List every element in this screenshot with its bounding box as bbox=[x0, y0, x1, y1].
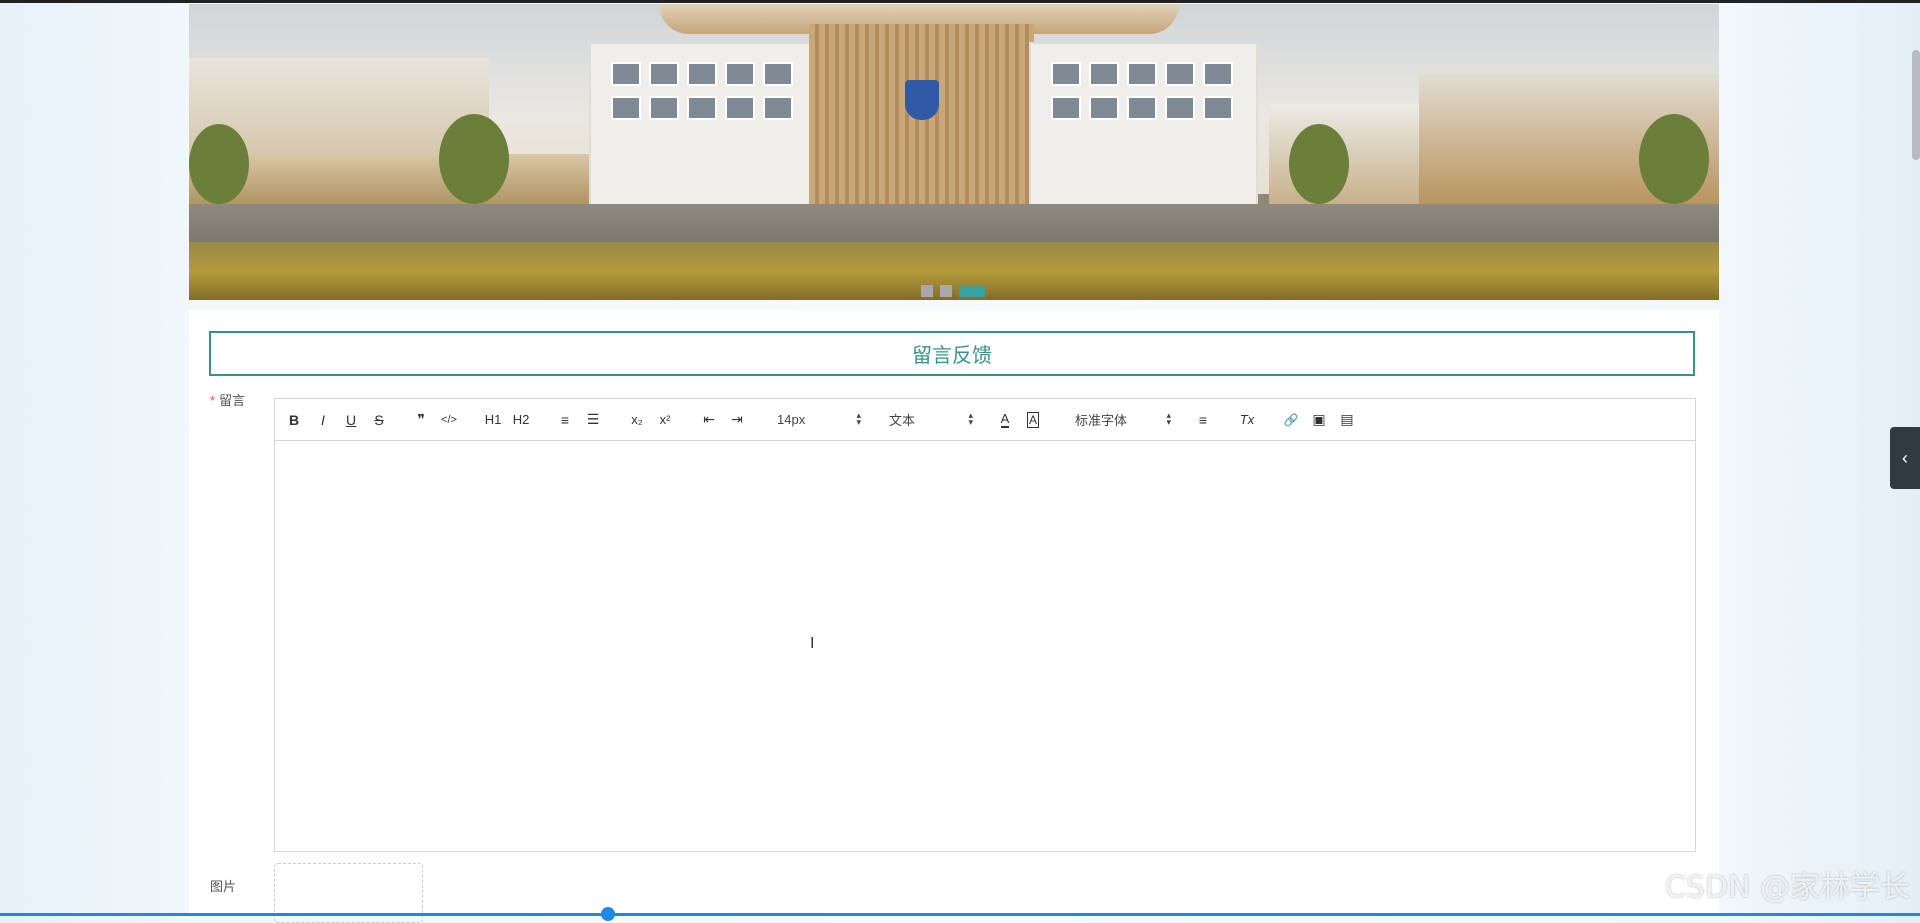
page-scrollbar[interactable] bbox=[1912, 50, 1920, 160]
align-left-icon: ≡ bbox=[1198, 411, 1208, 428]
bullet-list-icon: ☰ bbox=[586, 411, 600, 427]
strike-icon: S bbox=[374, 411, 384, 428]
editor-content-area[interactable]: I bbox=[275, 440, 1695, 851]
indent-button[interactable]: ⇥ bbox=[725, 399, 749, 440]
font-color-icon: A bbox=[1000, 411, 1010, 428]
align-button[interactable]: ≡ bbox=[1191, 399, 1215, 440]
banner-tree bbox=[1289, 124, 1349, 204]
superscript-button[interactable]: x² bbox=[653, 399, 677, 440]
strike-button[interactable]: S bbox=[367, 399, 391, 440]
banner-building-center-right bbox=[1029, 42, 1258, 216]
superscript-icon: x² bbox=[659, 412, 671, 427]
code-icon: </> bbox=[441, 413, 457, 426]
text-cursor-icon: I bbox=[810, 635, 815, 652]
clear-format-icon: Tx bbox=[1239, 412, 1255, 427]
banner-carousel[interactable] bbox=[189, 4, 1719, 300]
carousel-indicators bbox=[921, 285, 985, 297]
font-size-select[interactable]: 14px ▴ ▾ bbox=[777, 399, 861, 440]
clean-format-button[interactable]: Tx bbox=[1235, 399, 1259, 440]
bullet-list-button[interactable]: ☰ bbox=[581, 399, 605, 440]
bold-button[interactable]: B bbox=[282, 399, 306, 440]
subscript-icon: x₂ bbox=[631, 412, 643, 427]
font-color-button[interactable]: A bbox=[993, 399, 1017, 440]
block-type-select[interactable]: 文本 ▴ ▾ bbox=[889, 399, 973, 440]
carousel-dot-3[interactable] bbox=[959, 285, 985, 297]
image-button[interactable]: ▣ bbox=[1307, 399, 1331, 440]
quote-icon: ❞ bbox=[417, 411, 425, 427]
select-arrows-icon: ▴ ▾ bbox=[1166, 410, 1171, 427]
code-block-button[interactable]: </> bbox=[437, 399, 461, 440]
ordered-list-icon: ≡ bbox=[560, 411, 570, 428]
rich-text-editor: B I U S ❞ </> H1 H2 ≡ ☰ x₂ x² ⇤ ⇥ 14px ▴… bbox=[274, 398, 1696, 852]
top-border bbox=[0, 0, 1920, 3]
subscript-button[interactable]: x₂ bbox=[625, 399, 649, 440]
image-label: 图片 bbox=[210, 879, 237, 894]
h1-icon: H1 bbox=[484, 412, 502, 427]
outdent-icon: ⇤ bbox=[703, 411, 715, 427]
font-size-value: 14px bbox=[777, 412, 806, 427]
editor-toolbar: B I U S ❞ </> H1 H2 ≡ ☰ x₂ x² ⇤ ⇥ 14px ▴… bbox=[275, 399, 1695, 441]
banner-tree bbox=[1639, 114, 1709, 204]
feedback-form-card: 留言反馈 * 留言 B I U S ❞ </> H1 H2 ≡ ☰ x₂ x² ⇤… bbox=[189, 310, 1719, 923]
block-type-value: 文本 bbox=[889, 413, 916, 428]
font-family-value: 标准字体 bbox=[1075, 413, 1128, 428]
h2-icon: H2 bbox=[512, 412, 530, 427]
banner-road bbox=[189, 204, 1719, 244]
ordered-list-button[interactable]: ≡ bbox=[553, 399, 577, 440]
indent-icon: ⇥ bbox=[731, 411, 743, 427]
font-family-select[interactable]: 标准字体 ▴ ▾ bbox=[1075, 399, 1171, 440]
chevron-left-icon: ‹ bbox=[1902, 447, 1908, 468]
carousel-dot-1[interactable] bbox=[921, 285, 933, 297]
blockquote-button[interactable]: ❞ bbox=[409, 399, 433, 440]
background-color-icon: A bbox=[1026, 411, 1039, 428]
watermark: CSDN @家林学长 bbox=[1664, 870, 1910, 905]
required-mark: * bbox=[210, 393, 216, 408]
form-title: 留言反馈 bbox=[209, 331, 1695, 376]
school-logo bbox=[905, 80, 939, 120]
image-icon: ▣ bbox=[1312, 411, 1326, 427]
message-label-text: 留言 bbox=[219, 393, 246, 408]
banner-tree bbox=[189, 124, 249, 204]
video-button[interactable]: ▤ bbox=[1335, 399, 1359, 440]
underline-button[interactable]: U bbox=[339, 399, 363, 440]
italic-button[interactable]: I bbox=[311, 399, 335, 440]
carousel-dot-2[interactable] bbox=[940, 285, 952, 297]
progress-handle[interactable] bbox=[601, 907, 615, 921]
banner-tree bbox=[439, 114, 509, 204]
link-button[interactable]: 🔗 bbox=[1279, 399, 1303, 440]
bold-icon: B bbox=[288, 411, 300, 428]
header1-button[interactable]: H1 bbox=[481, 399, 505, 440]
banner-building-center-left bbox=[589, 42, 818, 216]
message-label: * 留言 bbox=[210, 390, 245, 409]
outdent-button[interactable]: ⇤ bbox=[697, 399, 721, 440]
background-color-button[interactable]: A bbox=[1021, 399, 1045, 440]
video-icon: ▤ bbox=[1340, 411, 1354, 427]
underline-icon: U bbox=[345, 411, 357, 428]
italic-icon: I bbox=[321, 411, 325, 428]
select-arrows-icon: ▴ ▾ bbox=[856, 410, 861, 427]
side-panel-toggle[interactable]: ‹ bbox=[1890, 427, 1920, 489]
header2-button[interactable]: H2 bbox=[509, 399, 533, 440]
link-icon: 🔗 bbox=[1283, 412, 1299, 427]
select-arrows-icon: ▴ ▾ bbox=[968, 410, 973, 427]
